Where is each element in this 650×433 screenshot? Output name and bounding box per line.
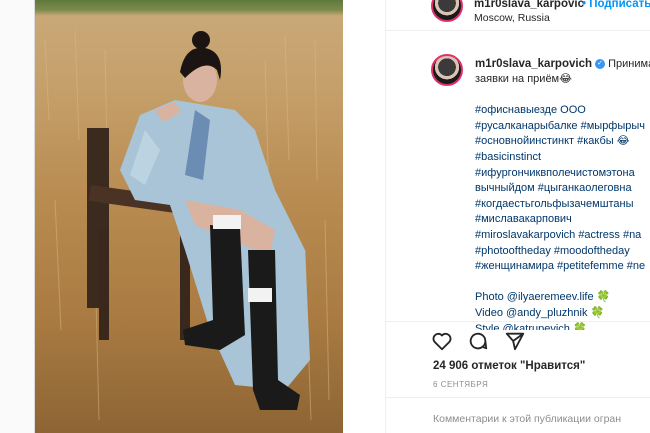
caption-line[interactable]: #офиснавыезде ООО — [475, 103, 645, 119]
caption-line[interactable]: #когдаестьгольфызачемштаны — [475, 197, 645, 213]
caption-line[interactable]: #ифургончиквполечистомэтона — [475, 166, 645, 182]
post-header: m1r0slava_karpovic • Подписаться Moscow,… — [386, 0, 650, 31]
caption-line[interactable]: #miroslavakarpovich #actress #na — [475, 228, 645, 244]
caption-line[interactable]: Photo @ilyaeremeev.life 🍀 — [475, 290, 645, 306]
caption-line[interactable]: #русалканарыбалке #мырфырыч — [475, 119, 645, 135]
caption-first-line: m1r0slava_karpovich ✓ Принима — [475, 57, 650, 73]
caption-body: заявки на приём😂 #офиснавыезде ООО #руса… — [475, 72, 645, 330]
post-date[interactable]: 6 СЕНТЯБРЯ — [433, 380, 488, 389]
post-sidebar: m1r0slava_karpovic • Подписаться Moscow,… — [385, 0, 650, 433]
action-bar — [431, 330, 650, 352]
likes-count[interactable]: 24 906 отметок "Нравится" — [433, 360, 585, 372]
caption-line[interactable]: #миславакарпович — [475, 212, 645, 228]
caption-line[interactable]: Style @katrupevich 🍀 — [475, 322, 645, 330]
caption-username[interactable]: m1r0slava_karpovich — [475, 58, 592, 70]
heart-icon[interactable] — [431, 330, 453, 357]
comment-divider — [386, 397, 650, 398]
header-username[interactable]: m1r0slava_karpovic — [474, 0, 584, 10]
caption-line — [475, 275, 645, 291]
caption-first-text: Принима — [608, 58, 650, 70]
location-link[interactable]: Moscow, Russia — [474, 12, 550, 24]
post-photo[interactable] — [35, 0, 343, 433]
comment-restricted-note: Комментарии к этой публикации огран — [433, 413, 622, 425]
caption-line[interactable]: #основнойинстинкт #какбы 😂 — [475, 134, 645, 150]
caption-line[interactable]: #basicinstinct — [475, 150, 645, 166]
caption-avatar[interactable] — [431, 54, 463, 86]
photo-illustration — [44, 29, 330, 421]
caption-line[interactable]: #photooftheday #moodoftheday — [475, 244, 645, 260]
caption-line — [475, 88, 645, 104]
caption-line: заявки на приём😂 — [475, 73, 572, 85]
header-avatar[interactable] — [431, 0, 463, 22]
actions-divider — [386, 321, 650, 322]
caption-line[interactable]: Video @andy_pluzhnik 🍀 — [475, 306, 645, 322]
verified-icon: ✓ — [595, 59, 606, 70]
share-icon[interactable] — [504, 330, 526, 357]
follow-button[interactable]: • Подписаться — [582, 0, 650, 10]
comment-icon[interactable] — [467, 330, 489, 357]
caption-line[interactable]: вычныйдом #цыганкаолеговна — [475, 181, 645, 197]
caption-line[interactable]: #женщинамира #petitefemme #ne — [475, 259, 645, 275]
